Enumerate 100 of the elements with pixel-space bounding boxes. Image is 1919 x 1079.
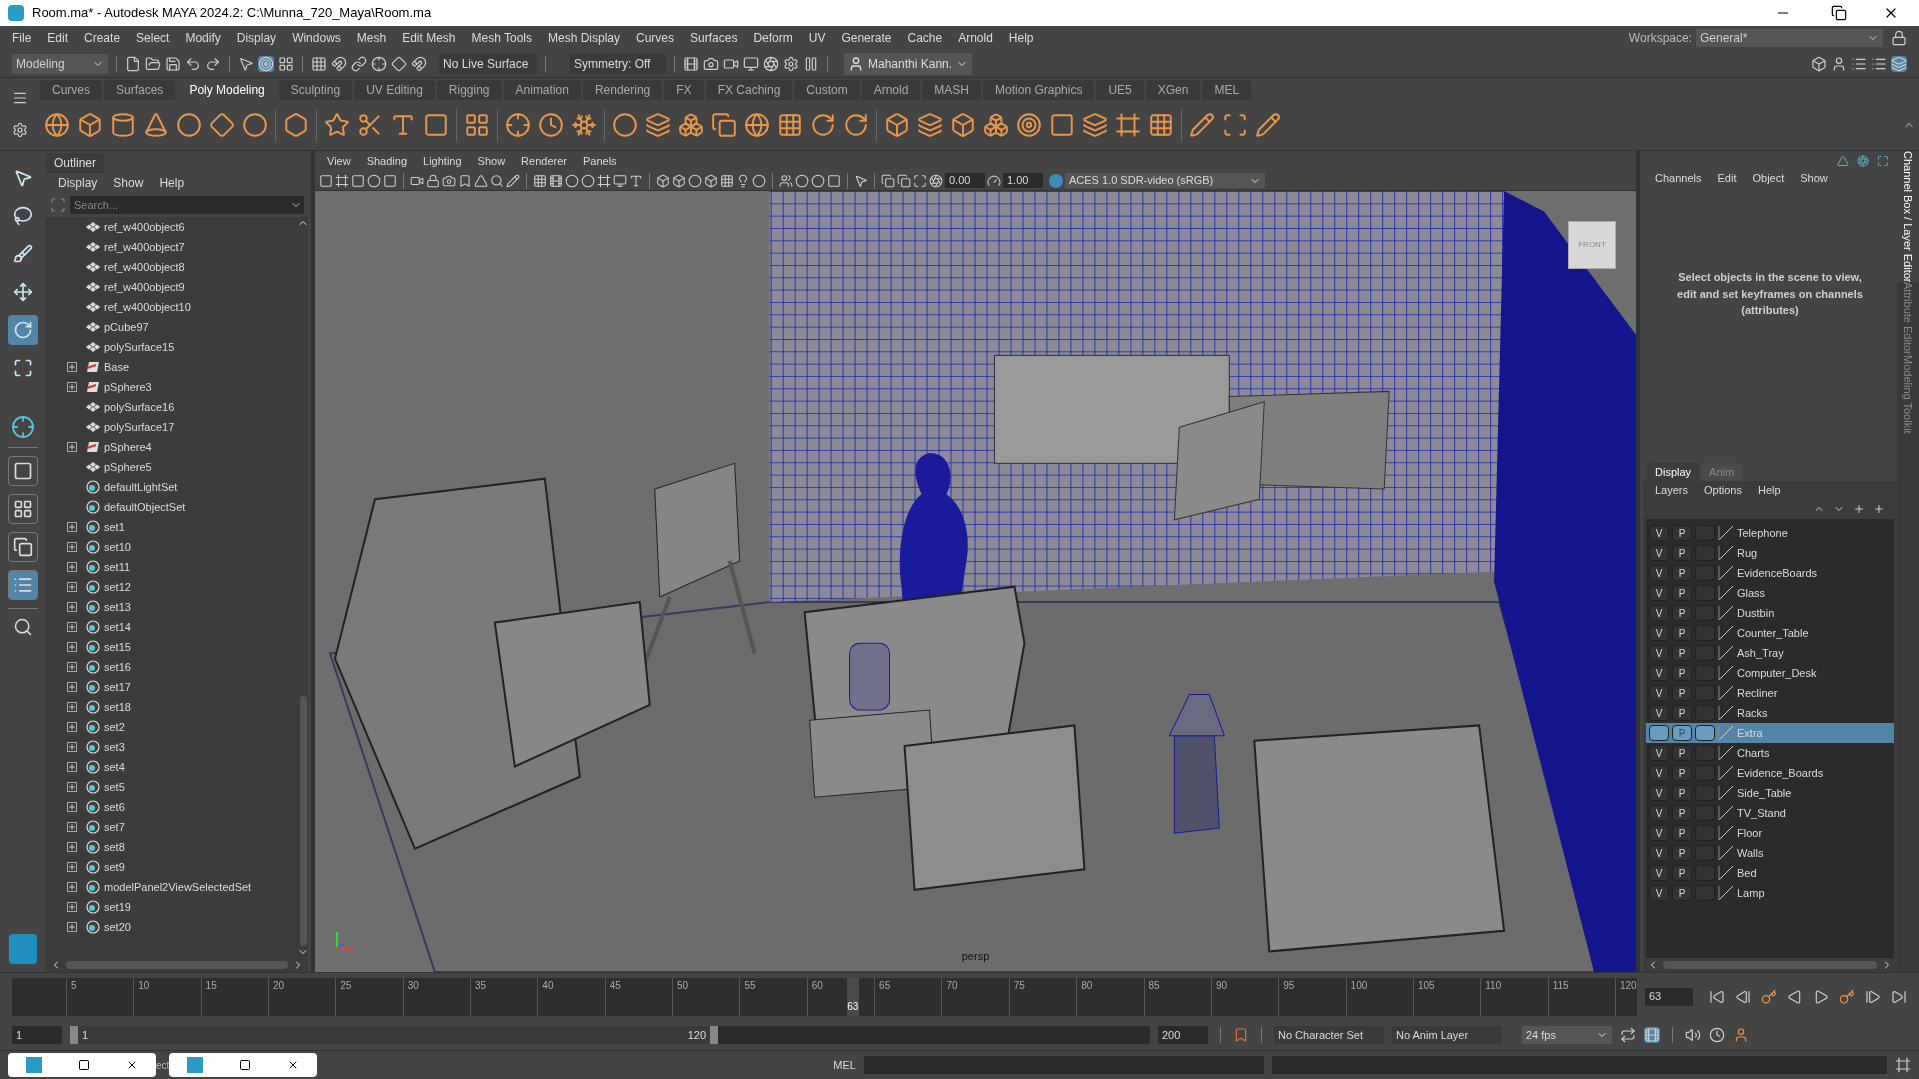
menu-item[interactable]: Help [151,174,193,192]
next-key-icon[interactable] [1839,988,1855,1005]
blocks-icon[interactable] [983,112,1009,138]
expand-icon[interactable] [67,562,77,572]
visibility-toggle[interactable]: V [1649,645,1669,661]
blocks-icon[interactable] [678,112,704,138]
menu-item[interactable]: Layers [1647,481,1697,499]
target-icon[interactable] [1016,112,1042,138]
expand-icon[interactable] [67,702,77,712]
visibility-toggle[interactable]: V [1649,625,1669,641]
settings-icon[interactable] [783,55,799,72]
cylinder-icon[interactable] [110,112,136,138]
pause-icon[interactable] [803,55,819,72]
circle-icon[interactable] [612,112,638,138]
expand-icon[interactable] [67,662,77,672]
play-backward-icon[interactable] [1787,988,1803,1005]
outliner-item[interactable]: set9 [104,858,125,876]
range-bar[interactable]: 1 120 [70,1026,718,1044]
outliner-item[interactable]: set14 [104,618,131,636]
exposure-field[interactable]: 0.00 [945,173,985,188]
visibility-toggle[interactable]: V [1649,545,1669,561]
playback-toggle[interactable]: P [1672,845,1692,861]
grid-icon[interactable] [777,112,803,138]
step-back-icon[interactable] [1735,988,1751,1005]
diamond-icon[interactable] [209,112,235,138]
monitor-icon[interactable] [613,173,627,188]
layers-icon[interactable] [1891,55,1907,72]
step-forward-icon[interactable] [1865,988,1881,1005]
time-slider[interactable]: 5 10 15 20 25 30 35 40 45 50 55 60 65 70 75 80 85 90 95 100 105 110 115 120 63 [12,977,1637,1016]
menu-item[interactable]: Mesh Tools [463,29,540,47]
layer-row[interactable]: V P Glass [1646,583,1894,603]
film-icon[interactable] [549,173,563,188]
outliner-item[interactable]: pSphere5 [104,458,152,476]
menu-item[interactable]: Mesh [348,29,395,47]
shelf-tab[interactable]: Animation [503,80,581,100]
visibility-toggle[interactable]: V [1649,825,1669,841]
snowflake-icon[interactable] [571,112,597,138]
outliner-item[interactable]: set19 [104,898,131,916]
visibility-toggle[interactable]: V [1649,685,1669,701]
visibility-toggle[interactable]: V [1649,665,1669,681]
visibility-toggle[interactable]: V [1649,765,1669,781]
cube-icon[interactable] [672,173,686,188]
cube-icon[interactable] [77,112,103,138]
cube-icon[interactable] [704,173,718,188]
search-icon[interactable] [13,617,33,637]
rotate-icon[interactable] [843,112,869,138]
circle-icon[interactable] [367,173,381,188]
scrollbar[interactable] [66,961,288,969]
expand-icon[interactable] [67,862,77,872]
display-type-toggle[interactable] [1695,725,1715,741]
layer-row[interactable]: V P Racks [1646,703,1894,723]
layer-row[interactable]: V P Dustbin [1646,603,1894,623]
shelf-tab[interactable]: FX [664,80,704,100]
workspace-dropdown[interactable]: General* [1696,29,1883,47]
outliner-item[interactable]: set13 [104,598,131,616]
layout-button[interactable] [8,456,38,486]
frame-icon[interactable] [597,173,611,188]
expand-icon[interactable] [67,822,77,832]
expand-icon[interactable] [67,522,77,532]
menu-item[interactable]: Deform [745,29,801,47]
layer-row[interactable]: V P TV_Stand [1646,803,1894,823]
lock-icon[interactable] [426,173,440,188]
shelf-tab[interactable]: Surfaces [104,80,176,100]
sphere-icon[interactable] [752,173,766,188]
scrollbar-thumb[interactable] [299,696,307,946]
menu-item[interactable]: Cache [899,29,951,47]
menu-item[interactable]: View [319,152,359,170]
layers-icon[interactable] [1082,112,1108,138]
lock-icon[interactable] [1891,30,1907,46]
menu-item[interactable]: File [4,29,40,47]
checker-icon[interactable] [720,173,734,188]
expand-icon[interactable] [67,582,77,592]
outliner-item[interactable]: pSphere4 [104,438,152,456]
close-icon[interactable] [126,1059,138,1071]
menu-item[interactable]: Show [469,152,514,170]
menu-item[interactable]: Display [50,174,106,192]
visibility-toggle[interactable]: V [1649,585,1669,601]
pointer-icon[interactable] [854,173,868,188]
visibility-toggle[interactable]: V [1649,745,1669,761]
menu-item[interactable]: Create [76,29,129,47]
outliner-item[interactable]: ref_w400object9 [104,278,185,296]
frame-icon[interactable] [335,173,349,188]
go-to-start-icon[interactable] [1709,988,1725,1005]
character-set-dropdown[interactable]: No Character Set [1274,1026,1384,1044]
wireframe-cube-icon[interactable] [656,173,670,188]
bookmark-icon[interactable] [1233,1027,1249,1043]
search-field[interactable]: Search... [70,196,288,214]
crosshair-icon[interactable] [371,55,387,72]
visibility-toggle[interactable]: V [1649,885,1669,901]
maximize-icon[interactable] [78,1059,90,1071]
film-icon[interactable] [683,55,699,72]
menu-item[interactable]: Modify [177,29,229,47]
outliner-item[interactable]: ref_w400object10 [104,298,191,316]
side-tab[interactable]: Channel Box / Layer Editor [1897,151,1919,283]
menu-icon[interactable] [12,90,28,106]
outliner-item[interactable]: ref_w400object6 [104,218,185,236]
diamond-icon[interactable] [391,55,407,72]
ring-icon[interactable] [176,112,202,138]
outliner-item[interactable]: pCube97 [104,318,149,336]
layer-row[interactable]: V P Computer_Desk [1646,663,1894,683]
